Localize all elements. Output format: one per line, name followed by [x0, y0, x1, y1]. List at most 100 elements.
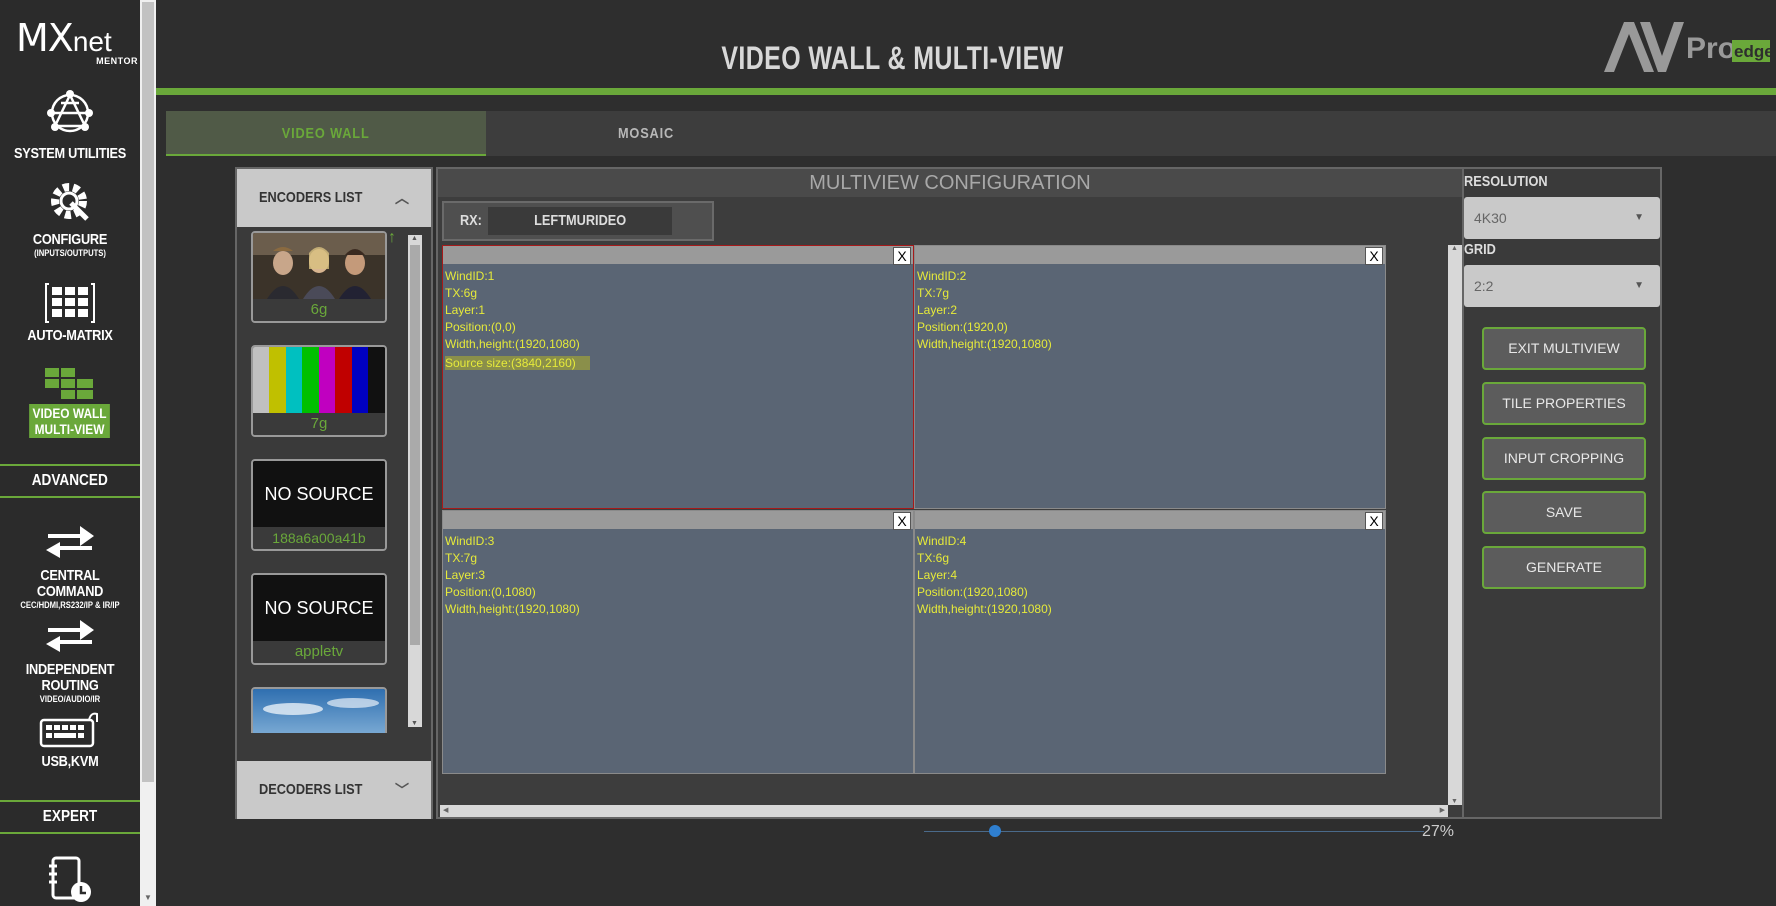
sidebar-item-system-utilities[interactable]: SYSTEM UTILITIES: [0, 88, 140, 162]
header-divider: [156, 88, 1776, 95]
page-title: VIDEO WALL & MULTI-VIEW: [721, 40, 1064, 76]
grid-select[interactable]: 2:2 ▼: [1464, 265, 1660, 307]
exit-multiview-button[interactable]: EXIT MULTIVIEW: [1482, 327, 1646, 370]
encoders-scrollbar[interactable]: ▲ ▼: [408, 235, 422, 727]
scroll-left-icon[interactable]: ◀: [443, 806, 448, 814]
avproedge-logo: Pro edge: [1604, 22, 1770, 72]
close-window-button[interactable]: X: [1365, 512, 1383, 530]
window-titlebar[interactable]: [915, 511, 1385, 529]
sidebar-item-sublabel: CEC/HDMI,RS232/IP & IR/IP: [20, 600, 120, 610]
window-info: WindID:3 TX:7g Layer:3 Position:(0,1080)…: [445, 533, 580, 618]
swap-arrows-icon: [46, 526, 94, 558]
input-cropping-button[interactable]: INPUT CROPPING: [1482, 437, 1646, 480]
encoder-preview-sky: [253, 689, 385, 733]
encoder-card[interactable]: 6g: [251, 231, 387, 323]
scroll-up-icon[interactable]: ▲: [1451, 245, 1458, 252]
encoder-name: 188a6a00a41b: [253, 527, 385, 549]
sidebar-item-configure[interactable]: CONFIGURE (INPUTS/OUTPUTS): [0, 178, 140, 258]
scroll-down-icon[interactable]: ▼: [1451, 798, 1458, 805]
multiview-window[interactable]: X WindID:1 TX:6g Layer:1 Position:(0,0) …: [442, 245, 914, 509]
notebook-clock-icon: [49, 856, 91, 902]
rx-selector: RX: LEFTMURIDEO: [442, 201, 714, 241]
window-id: WindID:4: [917, 534, 967, 548]
sidebar-item-label: CENTRAL COMMAND: [36, 567, 104, 600]
tab-video-wall[interactable]: VIDEO WALL: [166, 111, 486, 156]
window-info: WindID:1 TX:6g Layer:1 Position:(0,0) Wi…: [445, 268, 590, 372]
window-position: Position:(0,0): [445, 320, 516, 334]
encoder-name: 7g: [253, 413, 385, 435]
resolution-select[interactable]: 4K30 ▼: [1464, 197, 1660, 239]
rx-label: RX:: [459, 212, 482, 229]
save-button[interactable]: SAVE: [1482, 491, 1646, 534]
close-window-button[interactable]: X: [893, 512, 911, 530]
settings-panel: RESOLUTION 4K30 ▼ GRID 2:2 ▼ EXIT MULTIV…: [1464, 167, 1662, 819]
sidebar-item-label: SYSTEM UTILITIES: [13, 145, 127, 162]
video-wall-icon: [45, 368, 93, 399]
window-layer: Layer:3: [445, 568, 486, 582]
multiview-window[interactable]: X WindID:2 TX:7g Layer:2 Position:(1920,…: [914, 245, 1386, 509]
window-layer: Layer:1: [445, 303, 486, 317]
multiview-title: MULTIVIEW CONFIGURATION: [438, 169, 1462, 197]
sidebar-item-scheduler[interactable]: [0, 856, 140, 904]
sidebar-item-usb-kvm[interactable]: USB,KVM: [0, 710, 140, 770]
mxnet-logo: MXnet MENTOR: [16, 16, 138, 66]
encoder-preview-color-bars: [253, 347, 385, 413]
chevron-up-icon: ︿: [395, 190, 409, 206]
window-position: Position:(0,1080): [445, 585, 536, 599]
sidebar-item-central-command[interactable]: CENTRAL COMMAND CEC/HDMI,RS232/IP & IR/I…: [0, 522, 140, 610]
grid-matrix-icon: [45, 283, 95, 323]
scrollbar-thumb[interactable]: [142, 2, 154, 782]
scroll-down-icon[interactable]: ▼: [411, 720, 418, 727]
close-window-button[interactable]: X: [893, 247, 911, 265]
multiview-panel: MULTIVIEW CONFIGURATION RX: LEFTMURIDEO …: [436, 167, 1464, 819]
encoder-card[interactable]: 7g: [251, 345, 387, 437]
chevron-down-icon: ﹀: [395, 782, 409, 798]
window-size: Width,height:(1920,1080): [445, 337, 580, 351]
encoders-panel: ENCODERS LIST ︿ ↑ 6g 7g NO SOURCE 188a6a…: [235, 167, 433, 819]
caret-down-icon: ▼: [1634, 280, 1644, 291]
svg-text:Pro: Pro: [1686, 32, 1736, 65]
sidebar-item-label: CONFIGURE: [32, 231, 108, 248]
scroll-down-icon[interactable]: ▼: [144, 893, 152, 902]
window-titlebar[interactable]: [443, 511, 913, 529]
decoders-list-header[interactable]: DECODERS LIST ﹀: [237, 761, 431, 819]
tab-mosaic[interactable]: MOSAIC: [486, 111, 806, 156]
sidebar-item-video-wall[interactable]: VIDEO WALL MULTI-VIEW: [0, 366, 140, 439]
scroll-up-icon[interactable]: ▲: [411, 235, 418, 242]
window-id: WindID:2: [917, 269, 967, 283]
close-window-button[interactable]: X: [1365, 247, 1383, 265]
multiview-window[interactable]: X WindID:3 TX:7g Layer:3 Position:(0,108…: [442, 510, 914, 774]
encoder-card[interactable]: NO SOURCE 188a6a00a41b: [251, 459, 387, 551]
rx-value[interactable]: LEFTMURIDEO: [488, 207, 672, 235]
window-titlebar[interactable]: [443, 246, 913, 264]
encoders-list-header[interactable]: ENCODERS LIST ︿: [237, 169, 431, 227]
sidebar-item-label: INDEPENDENT ROUTING: [25, 661, 115, 694]
window-position: Position:(1920,1080): [917, 585, 1028, 599]
window-tx: TX:7g: [445, 551, 478, 565]
scroll-right-icon[interactable]: ▶: [1440, 806, 1445, 814]
resolution-label: RESOLUTION: [1464, 173, 1548, 190]
multiview-window[interactable]: X WindID:4 TX:6g Layer:4 Position:(1920,…: [914, 510, 1386, 774]
sidebar-section-expert[interactable]: EXPERT: [0, 800, 140, 834]
encoder-name: 6g: [253, 299, 385, 321]
sidebar: MXnet MENTOR SYSTEM UTILITIES CONFIGURE …: [0, 0, 156, 906]
sidebar-item-sublabel: VIDEO/AUDIO/IR: [39, 694, 101, 704]
network-globe-icon: [47, 90, 93, 133]
zoom-thumb[interactable]: [989, 825, 1001, 837]
window-id: WindID:1: [445, 269, 495, 283]
multiview-horizontal-scrollbar[interactable]: ◀ ▶: [440, 805, 1448, 817]
sidebar-scrollbar[interactable]: ▼: [140, 0, 156, 906]
zoom-slider: 27%: [924, 822, 1464, 842]
encoder-card[interactable]: [251, 687, 387, 733]
sidebar-item-auto-matrix[interactable]: AUTO-MATRIX: [0, 282, 140, 344]
window-tx: TX:7g: [917, 286, 950, 300]
window-titlebar[interactable]: [915, 246, 1385, 264]
scrollbar-thumb[interactable]: [410, 245, 420, 645]
keyboard-mouse-icon: [39, 712, 98, 748]
tile-properties-button[interactable]: TILE PROPERTIES: [1482, 382, 1646, 425]
generate-button[interactable]: GENERATE: [1482, 546, 1646, 589]
sidebar-section-advanced[interactable]: ADVANCED: [0, 464, 140, 498]
sidebar-item-independent-routing[interactable]: INDEPENDENT ROUTING VIDEO/AUDIO/IR: [0, 616, 140, 704]
encoder-card[interactable]: NO SOURCE appletv: [251, 573, 387, 665]
multiview-vertical-scrollbar[interactable]: ▲ ▼: [1448, 245, 1462, 805]
